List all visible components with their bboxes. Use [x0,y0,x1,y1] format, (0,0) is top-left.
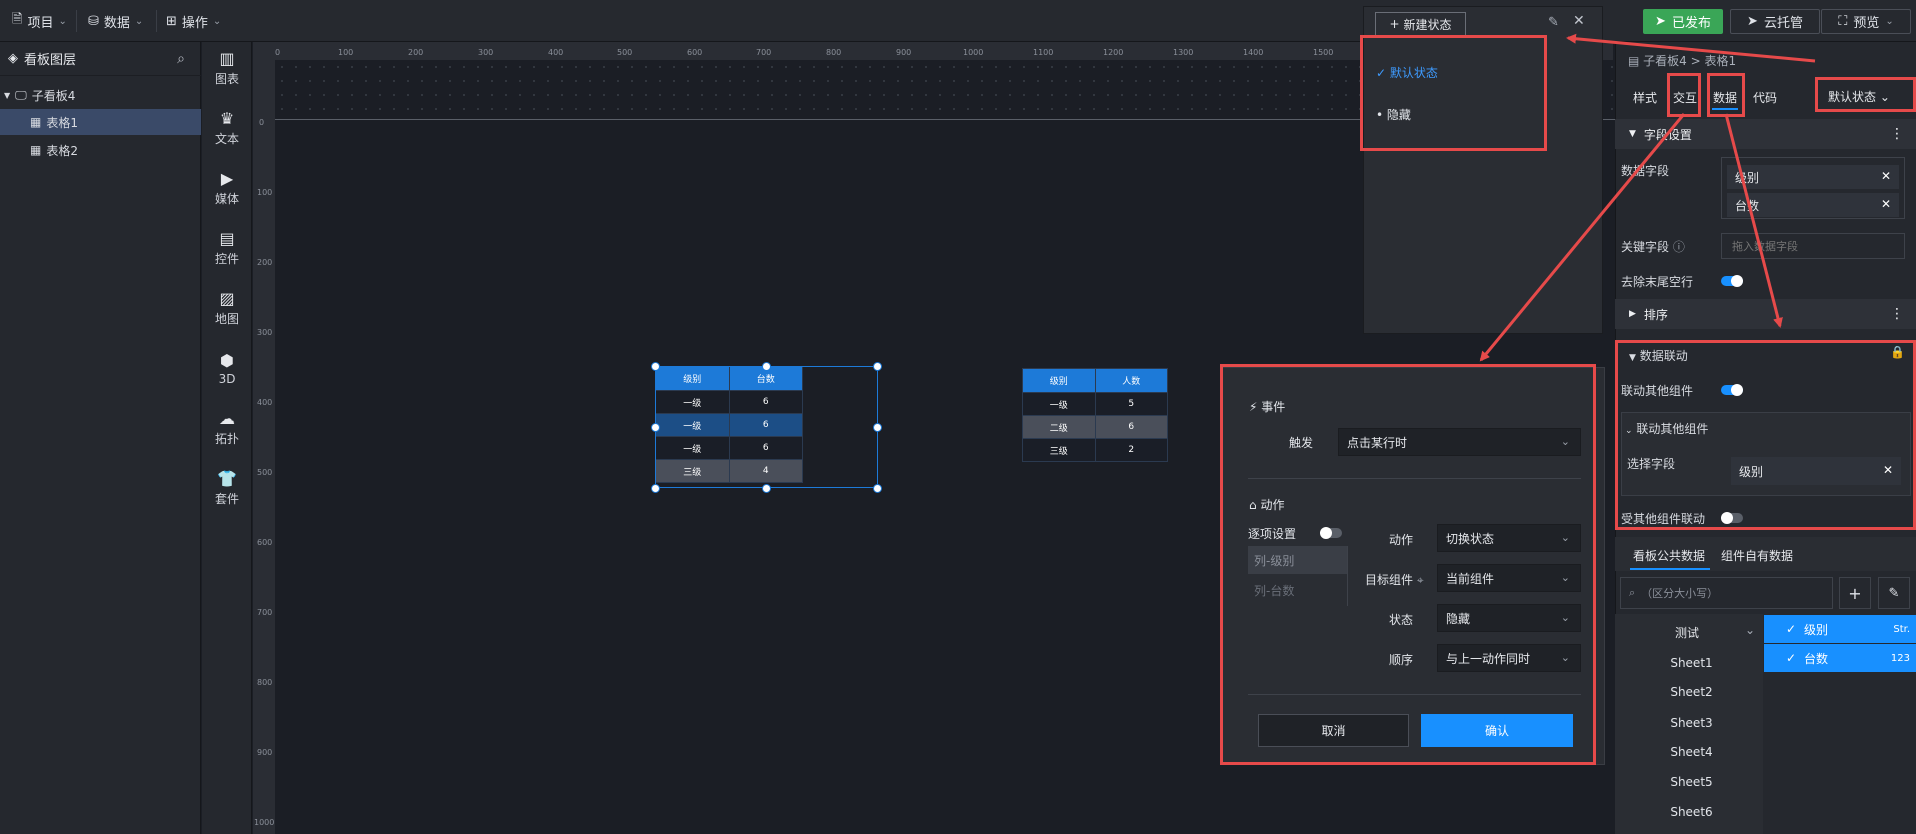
annotation-arrow [1566,33,1816,63]
annotation-arrows [1479,33,1816,362]
annotation-arrow [1724,113,1783,328]
annotation-arrow [1479,113,1686,362]
